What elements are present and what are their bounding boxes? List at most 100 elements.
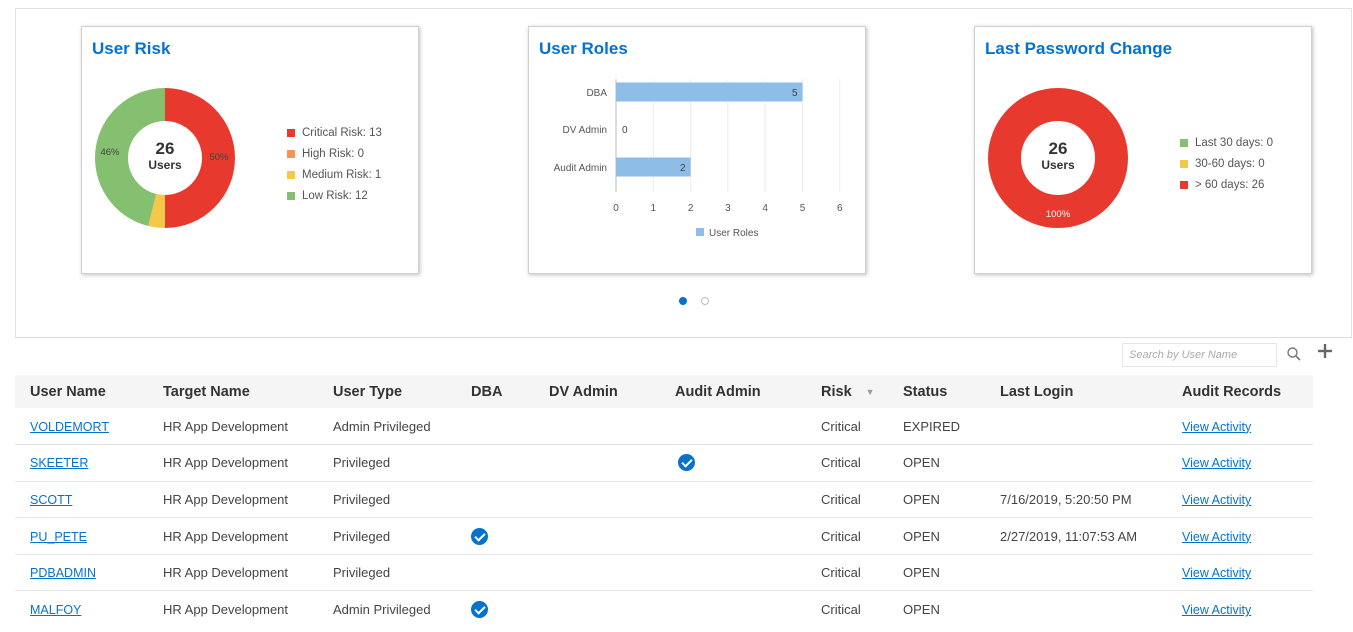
user_risk-legend-item[interactable]: High Risk: 0 xyxy=(287,143,382,164)
carousel-dot-1[interactable] xyxy=(679,297,687,305)
password-change-card[interactable]: Last Password Change 26 Users 100% Last … xyxy=(974,26,1312,274)
add-icon[interactable] xyxy=(1318,344,1332,360)
user-name-link[interactable]: PU_PETE xyxy=(30,530,87,544)
user-type: Privileged xyxy=(333,565,391,581)
column-header-user-name[interactable]: User Name xyxy=(15,375,148,408)
user-name-link[interactable]: SCOTT xyxy=(30,493,72,507)
last-login-cell xyxy=(985,591,1167,628)
search-icon[interactable] xyxy=(1286,346,1302,367)
view-activity-link[interactable]: View Activity xyxy=(1182,530,1251,544)
bar-value-label: 5 xyxy=(792,88,798,99)
over-60-percent-label: 100% xyxy=(1046,209,1071,220)
audit-records-cell: View Activity xyxy=(1167,408,1313,446)
view-activity-link[interactable]: View Activity xyxy=(1182,603,1251,617)
user-risk-card[interactable]: User Risk 26 Users 46% 50% Critical Risk… xyxy=(81,26,419,274)
x-tick-label: 0 xyxy=(613,203,619,214)
user-name-link[interactable]: PDBADMIN xyxy=(30,566,96,580)
audit-admin-check-icon xyxy=(678,454,695,472)
password-legend-item[interactable]: Last 30 days: 0 xyxy=(1180,132,1273,153)
last-login-value: 7/16/2019, 5:20:50 PM xyxy=(1000,491,1132,507)
column-header-user-type[interactable]: User Type xyxy=(318,375,456,408)
user-name-cell: MALFOY xyxy=(15,591,148,628)
user-roles-legend-label: User Roles xyxy=(709,228,758,239)
user_risk-legend-swatch xyxy=(287,170,295,179)
password-count: 26 xyxy=(1049,139,1068,158)
column-header-last-login[interactable]: Last Login xyxy=(985,375,1167,408)
user-type-cell: Privileged xyxy=(318,517,456,555)
user-name-link[interactable]: SKEETER xyxy=(30,456,88,470)
status-cell: OPEN xyxy=(888,591,985,628)
dv-admin-cell xyxy=(534,444,660,482)
column-header-audit-admin[interactable]: Audit Admin xyxy=(660,375,806,408)
users-table: User Name Target Name User Type DBA DV A… xyxy=(15,375,1313,628)
carousel-pagination xyxy=(679,297,709,305)
low-risk-percent-label: 46% xyxy=(100,147,120,158)
user-risk-count: 26 xyxy=(156,139,175,158)
risk-cell: Critical xyxy=(806,554,888,592)
target-name-cell: HR App Development xyxy=(148,408,318,446)
password-change-legend: Last 30 days: 0 30-60 days: 0 > 60 days: 2… xyxy=(1180,132,1273,195)
table-row: PDBADMIN HR App Development Privileged Crit… xyxy=(15,554,1313,592)
user-name-cell: PU_PETE xyxy=(15,517,148,555)
view-activity-link[interactable]: View Activity xyxy=(1182,456,1251,470)
bar[interactable] xyxy=(616,82,803,102)
column-header-risk[interactable]: Risk ▼ xyxy=(806,375,888,408)
target-name-cell: HR App Development xyxy=(148,444,318,482)
last-login-cell xyxy=(985,554,1167,592)
status-value: EXPIRED xyxy=(903,418,961,434)
x-tick-label: 6 xyxy=(837,203,843,214)
user-roles-x-ticks: 0 1 2 3 4 5 6 xyxy=(613,203,843,214)
dashboard-carousel: User Risk 26 Users 46% 50% Critical Risk… xyxy=(15,8,1352,338)
user_risk-legend-swatch xyxy=(287,149,295,158)
target-name-cell: HR App Development xyxy=(148,591,318,628)
search-input[interactable]: Search by User Name xyxy=(1122,343,1277,367)
user-risk-legend: Critical Risk: 13 High Risk: 0 Medium Risk… xyxy=(287,122,382,206)
column-header-dba[interactable]: DBA xyxy=(456,375,534,408)
user-risk-count-label: Users xyxy=(148,158,182,172)
column-header-target-name[interactable]: Target Name xyxy=(148,375,318,408)
password-legend-item[interactable]: 30-60 days: 0 xyxy=(1180,153,1273,174)
last-login-cell: 7/16/2019, 5:20:50 PM xyxy=(985,481,1167,519)
dba-cell xyxy=(456,481,534,519)
user-type-cell: Admin Privileged xyxy=(318,408,456,446)
password-legend-item[interactable]: > 60 days: 26 xyxy=(1180,174,1273,195)
last-login-cell xyxy=(985,408,1167,446)
risk-cell: Critical xyxy=(806,408,888,446)
user-name-link[interactable]: VOLDEMORT xyxy=(30,420,109,434)
user-roles-legend-swatch xyxy=(696,228,704,236)
audit-records-cell: View Activity xyxy=(1167,481,1313,519)
target-name: HR App Development xyxy=(163,602,289,618)
last-login-cell xyxy=(985,444,1167,482)
user_risk-legend-label: Medium Risk: 1 xyxy=(302,168,382,181)
view-activity-link[interactable]: View Activity xyxy=(1182,566,1251,580)
users-table-body: VOLDEMORT HR App Development Admin Privile… xyxy=(15,408,1313,628)
bar-value-label: 0 xyxy=(622,125,628,136)
table-row: VOLDEMORT HR App Development Admin Privile… xyxy=(15,408,1313,446)
column-header-audit-records[interactable]: Audit Records xyxy=(1167,375,1313,408)
user-name-link[interactable]: MALFOY xyxy=(30,603,81,617)
user_risk-legend-item[interactable]: Medium Risk: 1 xyxy=(287,164,382,185)
column-header-status[interactable]: Status xyxy=(888,375,985,408)
user_risk-legend-item[interactable]: Critical Risk: 13 xyxy=(287,122,382,143)
password-legend-swatch xyxy=(1180,159,1188,168)
user_risk-legend-label: High Risk: 0 xyxy=(302,147,364,160)
dba-check-icon xyxy=(471,601,488,619)
dba-cell xyxy=(456,444,534,482)
view-activity-link[interactable]: View Activity xyxy=(1182,420,1251,434)
sort-descending-icon[interactable]: ▼ xyxy=(866,387,875,397)
audit-admin-cell xyxy=(660,481,806,519)
risk-cell: Critical xyxy=(806,444,888,482)
last-login-value: 2/27/2019, 11:07:53 AM xyxy=(1000,528,1138,544)
carousel-dot-2[interactable] xyxy=(701,297,709,305)
column-header-dv-admin[interactable]: DV Admin xyxy=(534,375,660,408)
view-activity-link[interactable]: View Activity xyxy=(1182,493,1251,507)
audit-admin-cell xyxy=(660,444,806,482)
user-roles-card[interactable]: User Roles DBA 5 DV Admin 0 Audit Admin 2 0 1 2… xyxy=(528,26,866,274)
audit-admin-cell xyxy=(660,517,806,555)
y-category-label: Audit Admin xyxy=(554,163,607,174)
target-name: HR App Development xyxy=(163,491,289,507)
user_risk-legend-item[interactable]: Low Risk: 12 xyxy=(287,185,382,206)
user-name-cell: SCOTT xyxy=(15,481,148,519)
user-type-cell: Admin Privileged xyxy=(318,591,456,628)
dba-cell xyxy=(456,591,534,628)
